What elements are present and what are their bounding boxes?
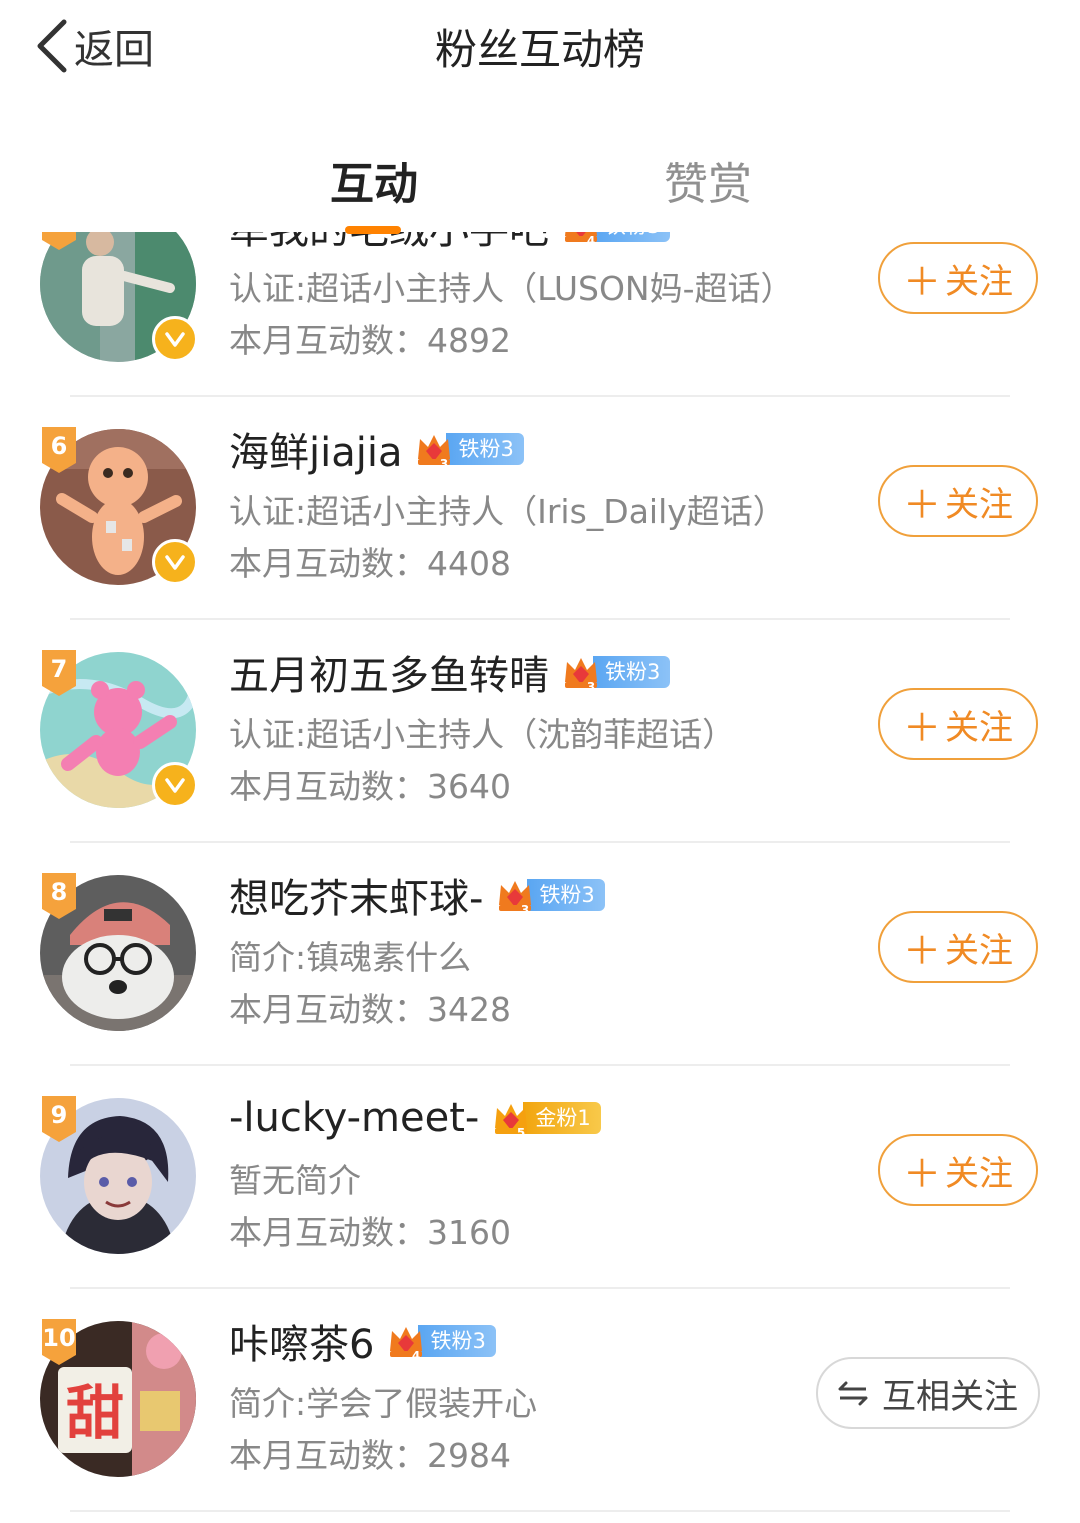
list-item[interactable]: 8 想吃芥末虾球- 3 铁粉3 简介:镇魂素什么 本月互动数：3428 ＋关注: [0, 843, 1080, 1066]
name-line: 海鲜jiajia 3 铁粉3: [229, 420, 524, 478]
name-line: 想吃芥末虾球- 3 铁粉3: [229, 866, 605, 924]
fan-level-badge: 3 铁粉3: [495, 877, 605, 915]
user-name[interactable]: 想吃芥末虾球-: [229, 866, 483, 924]
svg-text:甜: 甜: [66, 1379, 124, 1447]
verified-badge-icon: [152, 762, 198, 808]
crown-icon: 3: [418, 435, 451, 469]
interaction-count-label: 本月互动数：: [229, 990, 427, 1029]
user-description: 认证:超话小主持人（LUSON妈-超话）: [229, 269, 794, 308]
follow-button[interactable]: ＋关注: [878, 688, 1038, 760]
fan-level-label: 铁粉3: [593, 656, 671, 688]
interaction-count-label: 本月互动数：: [229, 321, 427, 360]
interaction-count-label: 本月互动数：: [229, 1213, 427, 1252]
user-name[interactable]: 咔嚓茶6: [229, 1312, 374, 1370]
interaction-count-value: 3640: [427, 767, 511, 806]
rank-number: 10: [42, 1324, 76, 1352]
interaction-count: 本月互动数：3428: [229, 983, 511, 1031]
list-item[interactable]: 甜 10 咔嚓茶6 4 铁粉3 简介:学会了假装开心 本月互动数：2984 互相关注: [0, 1289, 1080, 1512]
name-line: 五月初五多鱼转晴 3 铁粉3: [229, 643, 671, 701]
verified-badge-icon: [152, 539, 198, 585]
list-item[interactable]: 7 五月初五多鱼转晴 3 铁粉3 认证:超话小主持人（沈韵菲超话） 本月互动数：3640 ＋…: [0, 620, 1080, 843]
tab-bar: 互动 赞赏: [0, 96, 1080, 234]
follow-button[interactable]: ＋关注: [878, 911, 1038, 983]
user-name[interactable]: -lucky-meet-: [229, 1095, 479, 1141]
user-description: 简介:学会了假装开心: [229, 1384, 538, 1423]
list-item[interactable]: 9 -lucky-meet- 5 金粉1 暂无简介本月互动数：3160 ＋关注: [0, 1066, 1080, 1289]
crown-level: 5: [517, 1126, 525, 1138]
follow-button[interactable]: ＋关注: [878, 1134, 1038, 1206]
follow-label: 关注: [945, 930, 1013, 971]
follow-label: 关注: [945, 707, 1013, 748]
tab-active-indicator: [345, 226, 401, 234]
crown-level: 4: [412, 1349, 420, 1361]
user-description: 简介:镇魂素什么: [229, 938, 472, 977]
interaction-count-value: 3160: [427, 1213, 511, 1252]
rank-number: 8: [50, 878, 68, 906]
interaction-count-label: 本月互动数：: [229, 1436, 427, 1475]
fan-level-badge: 5 金粉1: [491, 1100, 601, 1138]
mutual-follow-label: 互相关注: [882, 1376, 1018, 1417]
crown-level: 3: [440, 457, 448, 469]
follow-label: 关注: [945, 484, 1013, 525]
fan-level-badge: 3 铁粉3: [414, 431, 524, 469]
list-item[interactable]: 6 海鲜jiajia 3 铁粉3 认证:超话小主持人（Iris_Daily超话） 本月互动…: [0, 397, 1080, 620]
user-description: 认证:超话小主持人（沈韵菲超话）: [229, 715, 736, 754]
interaction-count-label: 本月互动数：: [229, 544, 427, 583]
interaction-count: 本月互动数：3640: [229, 760, 511, 808]
swap-arrows-icon: [838, 1381, 868, 1406]
crown-level: 3: [587, 680, 595, 692]
name-line: 咔嚓茶6 4 铁粉3: [229, 1312, 496, 1370]
user-name[interactable]: 海鲜jiajia: [229, 420, 402, 478]
user-description: 认证:超话小主持人（Iris_Daily超话）: [229, 492, 786, 531]
fan-level-badge: 4铁粉3: [386, 1323, 496, 1361]
crown-icon: 3: [565, 658, 597, 692]
crown-icon: 5: [495, 1104, 528, 1138]
interaction-count: 本月互动数：3160: [229, 1206, 511, 1254]
user-description: 暂无简介: [229, 1161, 361, 1200]
plus-icon: ＋: [902, 482, 941, 527]
rank-badge: 7: [42, 650, 76, 696]
plus-icon: ＋: [902, 259, 941, 304]
interaction-count-value: 4892: [427, 321, 511, 360]
nav-bar: 返回 粉丝互动榜: [0, 0, 1080, 96]
page-title: 粉丝互动榜: [434, 25, 645, 74]
verified-badge-icon: [152, 316, 198, 362]
interaction-count: 本月互动数：2984: [229, 1429, 511, 1477]
rank-badge: 9: [42, 1096, 76, 1142]
follow-button[interactable]: ＋关注: [878, 465, 1038, 537]
mutual-follow-button[interactable]: 互相关注: [816, 1357, 1040, 1429]
interaction-count-value: 2984: [427, 1436, 511, 1475]
crown-level: 3: [521, 903, 529, 915]
rank-number: 7: [50, 655, 68, 683]
plus-icon: ＋: [902, 1151, 941, 1196]
interaction-count: 本月互动数：4408: [229, 537, 511, 585]
rank-badge: 10: [42, 1319, 76, 1365]
fan-level-label: 铁粉3: [418, 1325, 496, 1357]
interaction-count: 本月互动数：4892: [229, 314, 511, 362]
follow-label: 关注: [945, 261, 1013, 302]
interaction-count-value: 3428: [427, 990, 511, 1029]
tab-reward[interactable]: 赞赏: [664, 148, 752, 212]
plus-icon: ＋: [902, 705, 941, 750]
fan-level-label: 金粉1: [523, 1102, 601, 1134]
tab-interaction[interactable]: 互动: [330, 148, 418, 212]
name-line: -lucky-meet- 5 金粉1: [229, 1092, 601, 1144]
fan-level-badge: 3 铁粉3: [561, 654, 671, 692]
rank-number: 9: [50, 1101, 68, 1129]
interaction-count-value: 4408: [427, 544, 511, 583]
rank-badge: 6: [42, 427, 76, 473]
fan-level-label: 铁粉3: [527, 879, 605, 911]
crown-icon: 4: [390, 1327, 423, 1361]
follow-label: 关注: [945, 1153, 1013, 1194]
rank-badge: 8: [42, 873, 76, 919]
row-divider: [70, 1510, 1010, 1512]
fan-level-label: 铁粉3: [446, 433, 524, 465]
user-name[interactable]: 五月初五多鱼转晴: [229, 643, 549, 701]
crown-icon: 3: [499, 881, 532, 915]
follow-button[interactable]: ＋关注: [878, 242, 1038, 314]
plus-icon: ＋: [902, 928, 941, 973]
rank-number: 6: [50, 432, 68, 460]
interaction-count-label: 本月互动数：: [229, 767, 427, 806]
crown-level: 4: [587, 234, 595, 246]
